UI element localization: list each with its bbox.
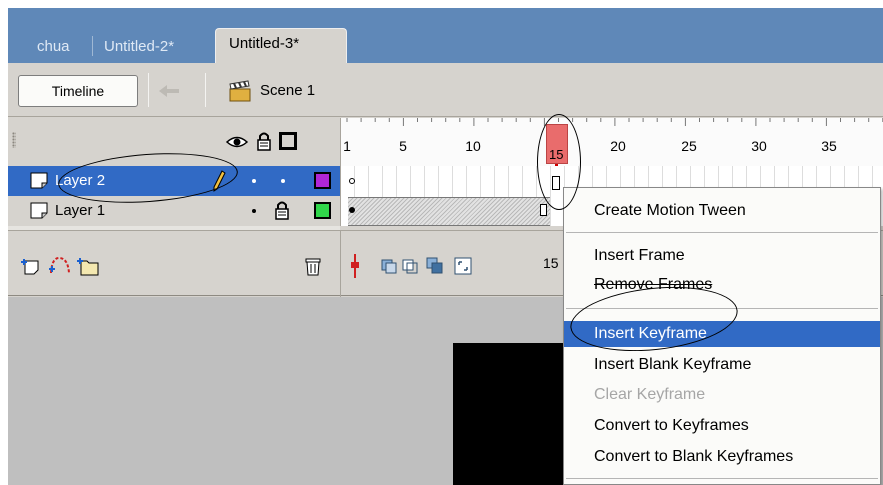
doc-tab-untitled-3[interactable]: Untitled-3* bbox=[215, 28, 347, 63]
edit-bar: Timeline Scene 1 bbox=[8, 63, 883, 117]
layer-icon bbox=[30, 202, 48, 219]
lock-icon[interactable] bbox=[256, 131, 272, 151]
modify-onion-markers-icon[interactable] bbox=[454, 257, 472, 275]
outline-icon[interactable] bbox=[279, 132, 297, 150]
menu-separator bbox=[566, 478, 878, 479]
doc-tab-untitled-2[interactable]: Untitled-2* bbox=[104, 38, 174, 55]
lock-dot[interactable] bbox=[281, 179, 285, 183]
selected-frame[interactable] bbox=[552, 176, 560, 190]
footer-divider bbox=[340, 231, 341, 297]
layer-row-layer-1[interactable]: Layer 1 bbox=[8, 196, 340, 226]
layer-header bbox=[8, 118, 340, 166]
center-frame-icon[interactable] bbox=[350, 254, 360, 278]
onion-skin-icon[interactable] bbox=[381, 257, 421, 275]
clapperboard-icon bbox=[229, 80, 251, 102]
doc-tab-label: Untitled-3* bbox=[229, 35, 300, 52]
layer-1-frame-span bbox=[348, 197, 550, 226]
outline-color-swatch[interactable] bbox=[314, 202, 331, 219]
playhead-frame-number: 15 bbox=[549, 147, 564, 162]
current-frame-display: 15 bbox=[543, 255, 559, 271]
timeline-button[interactable]: Timeline bbox=[18, 75, 138, 107]
add-motion-guide-icon[interactable] bbox=[48, 255, 72, 277]
menu-remove-frames[interactable]: Remove Frames bbox=[564, 272, 880, 298]
ruler-label: 5 bbox=[399, 138, 407, 154]
menu-clear-keyframe: Clear Keyframe bbox=[594, 386, 706, 403]
toolbar-separator bbox=[205, 73, 206, 107]
end-frame-marker bbox=[540, 204, 547, 216]
scene-label[interactable]: Scene 1 bbox=[260, 82, 315, 99]
grip-handle[interactable] bbox=[12, 132, 16, 148]
eye-icon[interactable] bbox=[226, 135, 248, 149]
layer-name: Layer 2 bbox=[55, 172, 106, 189]
menu-insert-keyframe[interactable]: Insert Keyframe bbox=[564, 321, 880, 347]
ruler-label: 25 bbox=[681, 138, 697, 154]
ruler-label: 30 bbox=[751, 138, 767, 154]
lock-icon[interactable] bbox=[274, 200, 290, 220]
playhead[interactable]: 15 bbox=[546, 124, 568, 164]
ruler-label: 1 bbox=[343, 138, 351, 154]
menu-insert-blank-keyframe[interactable]: Insert Blank Keyframe bbox=[564, 352, 880, 378]
visibility-dot[interactable] bbox=[252, 179, 256, 183]
outline-color-swatch[interactable] bbox=[314, 172, 331, 189]
layer-row-layer-2[interactable]: Layer 2 bbox=[8, 166, 340, 196]
menu-convert-to-keyframes[interactable]: Convert to Keyframes bbox=[564, 413, 880, 439]
menu-insert-frame[interactable]: Insert Frame bbox=[564, 243, 880, 269]
visibility-dot[interactable] bbox=[252, 209, 256, 213]
toolbar-separator bbox=[148, 73, 149, 107]
add-layer-icon[interactable] bbox=[20, 258, 40, 276]
empty-keyframe[interactable] bbox=[349, 178, 355, 184]
menu-create-motion-tween[interactable]: Create Motion Tween bbox=[564, 198, 880, 224]
menu-separator bbox=[566, 232, 878, 233]
ruler-ticks bbox=[346, 118, 883, 126]
menu-separator bbox=[566, 308, 878, 309]
doc-tab-chua[interactable]: chua bbox=[37, 38, 70, 55]
document-tab-bar: chua Untitled-2* Untitled-3* bbox=[8, 8, 883, 63]
context-menu: Create Motion Tween Insert Frame Remove … bbox=[563, 187, 881, 485]
trash-icon[interactable] bbox=[304, 255, 322, 277]
add-folder-icon[interactable] bbox=[76, 255, 100, 277]
timeline-ruler[interactable]: 1 5 10 20 25 30 35 bbox=[340, 118, 883, 166]
edit-multiple-frames-icon[interactable] bbox=[426, 257, 444, 275]
keyframe[interactable] bbox=[349, 207, 355, 213]
ruler-label: 35 bbox=[821, 138, 837, 154]
pencil-icon bbox=[213, 170, 226, 192]
layer-icon bbox=[30, 172, 48, 189]
ruler-label: 10 bbox=[465, 138, 481, 154]
layer-name: Layer 1 bbox=[55, 202, 106, 219]
menu-convert-to-blank-keyframes[interactable]: Convert to Blank Keyframes bbox=[564, 444, 880, 470]
back-arrow-icon[interactable] bbox=[158, 83, 180, 99]
tab-separator bbox=[92, 36, 93, 56]
ruler-label: 20 bbox=[610, 138, 626, 154]
